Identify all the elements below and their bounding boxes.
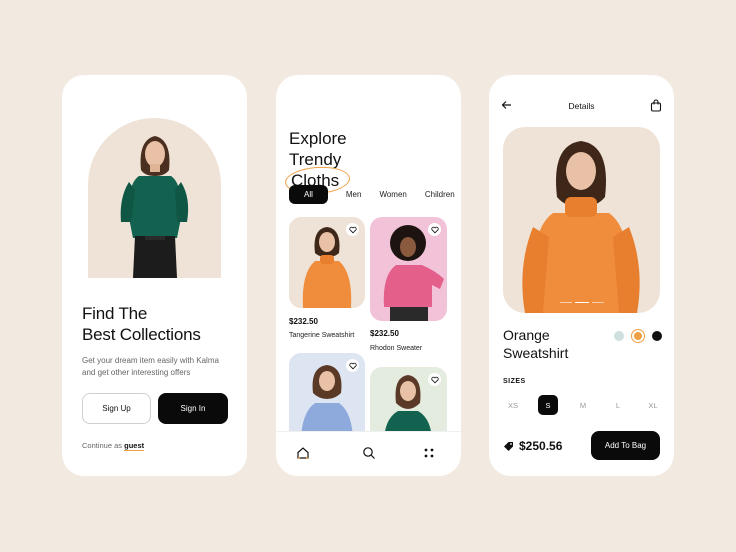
heart-icon (348, 362, 357, 369)
price-tag-icon (504, 441, 513, 451)
favorite-button[interactable] (428, 223, 441, 236)
product-price: $232.50 (370, 329, 399, 338)
product-image (503, 127, 660, 313)
color-swatch-black[interactable] (652, 331, 662, 341)
filter-children[interactable]: Children (425, 190, 455, 199)
sizes-label: SIZES (503, 378, 526, 385)
pagination-dot[interactable] (592, 301, 604, 303)
favorite-button[interactable] (346, 223, 359, 236)
continue-prefix: Continue as (82, 441, 123, 450)
model-orange-sweater-illustration (522, 141, 640, 313)
total-price: $250.56 (503, 439, 562, 453)
filter-women[interactable]: Women (379, 190, 406, 199)
heart-icon (430, 226, 439, 233)
price-value: $250.56 (519, 439, 563, 453)
shopping-bag-icon[interactable] (650, 99, 662, 112)
size-s[interactable]: S (538, 395, 558, 415)
hero-title: Find The Best Collections (82, 303, 201, 345)
favorite-button[interactable] (428, 373, 441, 386)
filter-all[interactable]: All (289, 185, 328, 204)
hero-title-line2: Best Collections (82, 325, 201, 344)
favorite-button[interactable] (346, 359, 359, 372)
category-filters: All Men Women Children (289, 185, 461, 204)
product-name: Orange Sweatshirt (503, 326, 568, 362)
hero-image (88, 118, 221, 278)
size-xl[interactable]: XL (643, 395, 663, 415)
explore-title: Explore Trendy Cloths (289, 128, 347, 191)
product-card-blue[interactable] (289, 353, 365, 443)
explore-title-line1: Explore (289, 129, 347, 148)
product-name: Tangerine Sweatshirt (289, 332, 355, 339)
color-swatch-mint[interactable] (614, 331, 624, 341)
sign-up-button[interactable]: Sign Up (82, 393, 151, 424)
bottom-navigation (276, 431, 461, 476)
image-pagination (560, 301, 604, 303)
product-price: $232.50 (289, 317, 318, 326)
add-to-bag-button[interactable]: Add To Bag (591, 431, 660, 460)
explore-screen: Explore Trendy Cloths All Men Women Chil… (276, 75, 461, 476)
heart-icon (430, 376, 439, 383)
continue-as-guest: Continue as guest (82, 441, 145, 451)
guest-link[interactable]: guest (124, 441, 145, 451)
heart-icon (348, 226, 357, 233)
sign-in-button[interactable]: Sign In (158, 393, 228, 424)
details-screen: Details Orange Sweatshirt SIZES XS S M L… (489, 75, 674, 476)
color-swatches (614, 329, 662, 343)
filter-men[interactable]: Men (346, 190, 362, 199)
model-green-sweater-illustration (120, 136, 188, 278)
size-m[interactable]: M (573, 395, 593, 415)
pagination-dot[interactable] (560, 301, 572, 303)
grid-icon[interactable] (422, 446, 436, 460)
product-card-tangerine[interactable] (289, 217, 365, 308)
size-selector: XS S M L XL (503, 395, 663, 415)
color-swatch-orange-selected[interactable] (631, 329, 645, 343)
search-icon[interactable] (362, 446, 376, 460)
product-name-line2: Sweatshirt (503, 345, 569, 361)
pagination-dot-active[interactable] (575, 301, 589, 303)
product-card-rhodon[interactable] (370, 217, 447, 321)
size-xs[interactable]: XS (503, 395, 523, 415)
home-icon[interactable] (296, 446, 310, 460)
hero-title-line1: Find The (82, 304, 148, 323)
onboarding-screen: Find The Best Collections Get your dream… (62, 75, 247, 476)
product-name: Rhodon Sweater (370, 345, 423, 352)
header-title: Details (568, 101, 595, 111)
size-l[interactable]: L (608, 395, 628, 415)
product-name-line1: Orange (503, 327, 550, 343)
hero-description: Get your dream item easily with Kalma an… (82, 356, 219, 377)
